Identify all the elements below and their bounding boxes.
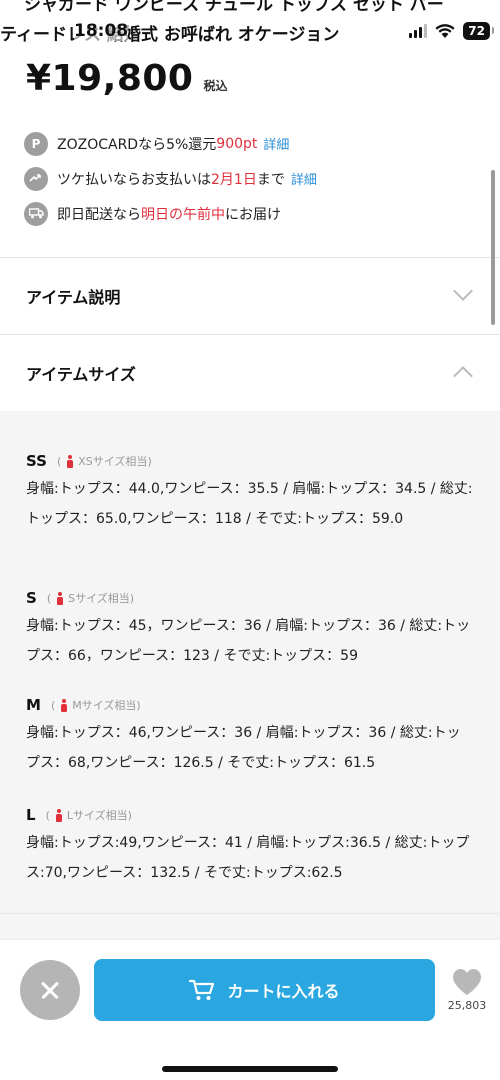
tsuke-text: ツケ払いならお支払いは [57,171,211,188]
tsuke-pay-icon [24,166,48,191]
price: ¥19,800 [26,58,194,99]
item-size-accordion[interactable]: アイテムサイズ [0,335,500,411]
size-entry: M (Mサイズ相当) 身幅:トップス：46,ワンピース：36 / 肩幅:トップス… [26,695,474,778]
size-measurements: 身幅:トップス：45，ワンピース：36 / 肩幅:トップス：36 / 総丈:トッ… [26,618,471,664]
person-icon [55,808,63,822]
size-label: M [26,696,41,714]
truck-icon [24,201,48,226]
add-to-cart-button[interactable]: カートに入れる [94,959,435,1021]
size-equivalent-text: Lサイズ相当 [66,809,128,822]
size-panel: SS (XSサイズ相当) 身幅:トップス：44.0,ワンピース：35.5 / 肩… [0,411,500,939]
size-measurements: 身幅:トップス：44.0,ワンピース：35.5 / 肩幅:トップス：34.5 /… [26,481,473,527]
delivery-text: 即日配送なら [57,206,141,223]
divider [0,913,500,914]
size-measurements: 身幅:トップス:49,ワンピース：41 / 肩幅:トップス:36.5 / 総丈:… [26,835,470,881]
favorite-count: 25,803 [447,999,487,1012]
product-title-line1: シャガード ワンピース チュール トップス セット パー [24,0,444,15]
tax-label: 税込 [203,79,228,93]
battery-icon: 72 [463,22,494,40]
points-amount: 900pt [216,135,258,152]
tsuke-detail-link[interactable]: 詳細 [291,169,317,188]
wifi-icon [435,24,455,38]
top-bar: シャガード ワンピース チュール トップス セット パー ティードレス 結婚式 … [0,0,500,52]
item-size-label: アイテムサイズ [26,365,136,384]
status-time: 18:08 [74,21,129,41]
close-button[interactable] [20,960,80,1020]
points-icon: P [24,131,48,156]
person-icon [66,454,74,468]
item-description-accordion[interactable]: アイテム説明 [0,258,500,334]
tsuke-suffix: まで [256,171,285,188]
size-measurements: 身幅:トップス：46,ワンピース：36 / 肩幅:トップス：36 / 総丈:トッ… [26,725,461,771]
item-description-label: アイテム説明 [26,288,121,307]
size-equivalent-text: Mサイズ相当 [72,699,137,712]
add-to-cart-label: カートに入れる [227,982,340,1001]
product-title-line2: ティードレス 結婚式 お呼ばれ オケージョン [0,25,340,45]
scrollbar-thumb[interactable] [491,170,495,325]
home-indicator [162,1066,338,1072]
size-equivalent: (Sサイズ相当) [46,591,135,605]
zozocard-detail-link[interactable]: 詳細 [263,134,289,153]
tsuke-date: 2月1日 [211,171,257,188]
delivery-suffix: にお届け [225,206,281,223]
size-label: S [26,589,37,607]
size-equivalent-text: Sサイズ相当 [68,592,130,605]
size-equivalent: (Lサイズ相当) [45,808,132,822]
size-label: SS [26,452,47,470]
chevron-up-icon [453,366,473,386]
size-entry: SS (XSサイズ相当) 身幅:トップス：44.0,ワンピース：35.5 / 肩… [26,451,474,534]
size-label: L [26,806,36,824]
bottom-action-bar: カートに入れる 25,803 [0,939,500,1080]
tsuke-info: ツケ払いならお支払いは 2月1日 まで 詳細 [24,161,484,196]
delivery-info: 即日配送なら 明日の午前中 にお届け [24,196,484,231]
signal-icon [409,24,428,38]
chevron-down-icon [453,281,473,301]
delivery-highlight: 明日の午前中 [141,206,225,223]
size-equivalent-text: XSサイズ相当 [78,455,148,468]
cart-icon [189,979,215,1000]
size-entry: L (Lサイズ相当) 身幅:トップス:49,ワンピース：41 / 肩幅:トップス… [26,805,474,888]
status-bar: 72 [409,22,494,40]
heart-icon [453,969,481,995]
person-icon [60,698,68,712]
favorite-button[interactable]: 25,803 [440,968,494,1012]
size-equivalent: (Mサイズ相当) [50,698,141,712]
price-row: ¥19,800 税込 [26,58,227,99]
size-equivalent: (XSサイズ相当) [56,454,152,468]
person-icon [56,591,64,605]
info-list: P ZOZOCARDなら5%還元 900pt 詳細 ツケ払いならお支払いは 2月… [24,126,484,231]
size-entry: S (Sサイズ相当) 身幅:トップス：45，ワンピース：36 / 肩幅:トップス… [26,588,474,671]
zozocard-text: ZOZOCARDなら5%還元 [57,136,217,153]
zozocard-info: P ZOZOCARDなら5%還元 900pt 詳細 [24,126,484,161]
